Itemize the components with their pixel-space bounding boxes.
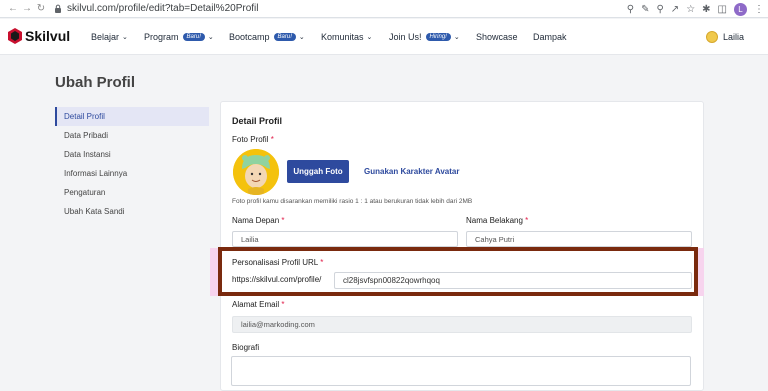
- sidebar-item-pengaturan[interactable]: Pengaturan: [55, 183, 209, 202]
- chevron-down-icon: ⌄: [207, 34, 214, 41]
- chevron-down-icon: ⌄: [298, 34, 305, 41]
- nav-komunitas[interactable]: Komunitas ⌄: [321, 32, 372, 42]
- nav-program[interactable]: Program Baru! ⌄: [144, 32, 214, 42]
- nav-dampak[interactable]: Dampak: [533, 32, 567, 42]
- photo-label: Foto Profil *: [232, 135, 274, 144]
- url-label-text: Personalisasi Profil URL: [232, 258, 318, 267]
- avatar-character-icon: [233, 149, 279, 195]
- page-title: Ubah Profil: [55, 74, 136, 91]
- extensions-icon[interactable]: ✱: [702, 4, 710, 15]
- profile-url-section: Personalisasi Profil URL * https://skilv…: [218, 247, 698, 296]
- first-name-label: Nama Depan *: [232, 216, 285, 225]
- last-name-label-text: Nama Belakang: [466, 216, 523, 225]
- user-menu[interactable]: Lailia: [705, 31, 744, 43]
- skilvul-logo-icon: [8, 28, 22, 44]
- nav-showcase[interactable]: Showcase: [476, 32, 518, 42]
- lock-icon: [54, 4, 63, 13]
- profile-sidebar: Detail Profil Data Pribadi Data Instansi…: [55, 107, 209, 235]
- email-field: lailia@markoding.com: [232, 316, 692, 333]
- address-bar[interactable]: skilvul.com/profile/edit?tab=Detail%20Pr…: [67, 3, 258, 14]
- nav-label: Program: [144, 32, 179, 42]
- last-name-field[interactable]: Cahya Putri: [466, 231, 692, 247]
- zoom-icon[interactable]: ⚲: [656, 4, 663, 15]
- profile-avatar: [233, 149, 279, 195]
- new-badge: Baru!: [182, 33, 205, 41]
- new-badge: Baru!: [273, 33, 296, 41]
- chevron-down-icon: ⌄: [453, 34, 460, 41]
- hiring-badge: Hiring!: [425, 33, 451, 41]
- sidebar-item-data-pribadi[interactable]: Data Pribadi: [55, 126, 209, 145]
- logo-text: Skilvul: [25, 28, 71, 44]
- reload-icon[interactable]: ↻: [34, 3, 48, 14]
- use-avatar-link[interactable]: Gunakan Karakter Avatar: [364, 167, 459, 176]
- profile-url-input[interactable]: cl28jsvfspn00822qowrhqoq: [334, 272, 692, 289]
- back-icon[interactable]: ←: [6, 3, 20, 14]
- required-mark: *: [281, 300, 285, 309]
- form-heading: Detail Profil: [232, 116, 283, 126]
- url-prefix: https://skilvul.com/profile/: [232, 275, 322, 284]
- required-mark: *: [320, 258, 324, 267]
- required-mark: *: [281, 216, 285, 225]
- user-name: Lailia: [722, 32, 744, 42]
- nav-join-us[interactable]: Join Us! Hiring! ⌄: [389, 32, 460, 42]
- photo-note: Foto profil kamu disarankan memiliki ras…: [232, 198, 473, 205]
- user-avatar: [705, 31, 718, 43]
- key-icon[interactable]: ⚲: [627, 4, 634, 15]
- nav-bootcamp[interactable]: Bootcamp Baru! ⌄: [229, 32, 305, 42]
- menu-kebab-icon[interactable]: ⋮: [754, 4, 764, 15]
- nav-label: Belajar: [91, 32, 120, 42]
- nav-label: Dampak: [533, 32, 567, 42]
- bio-label: Biografi: [232, 343, 260, 352]
- sidebar-item-detail-profil[interactable]: Detail Profil: [55, 107, 209, 126]
- sidebar-item-data-instansi[interactable]: Data Instansi: [55, 145, 209, 164]
- nav-label: Bootcamp: [229, 32, 270, 42]
- chevron-down-icon: ⌄: [366, 34, 373, 41]
- sidebar-item-informasi-lainnya[interactable]: Informasi Lainnya: [55, 164, 209, 183]
- nav-label: Showcase: [476, 32, 518, 42]
- profile-form-card: Detail Profil Foto Profil * Unggah Foto …: [220, 101, 704, 391]
- required-mark: *: [270, 135, 274, 144]
- forward-icon[interactable]: →: [20, 3, 34, 14]
- nav-belajar[interactable]: Belajar ⌄: [91, 32, 128, 42]
- chevron-down-icon: ⌄: [122, 34, 128, 41]
- upload-photo-button[interactable]: Unggah Foto: [287, 160, 349, 183]
- nav-label: Komunitas: [321, 32, 364, 42]
- sidepanel-icon[interactable]: ◫: [718, 4, 727, 15]
- share-icon[interactable]: ↗: [671, 4, 679, 15]
- first-name-field[interactable]: Lailia: [232, 231, 458, 247]
- last-name-label: Nama Belakang *: [466, 216, 528, 225]
- url-label: Personalisasi Profil URL *: [232, 258, 323, 267]
- site-logo[interactable]: Skilvul: [8, 28, 70, 44]
- translate-icon[interactable]: ✎: [641, 4, 649, 15]
- photo-label-text: Foto Profil: [232, 135, 269, 144]
- bookmark-star-icon[interactable]: ☆: [686, 4, 695, 15]
- required-mark: *: [525, 216, 529, 225]
- nav-label: Join Us!: [389, 32, 422, 42]
- email-label-text: Alamat Email: [232, 300, 280, 309]
- browser-toolbar: ← → ↻ skilvul.com/profile/edit?tab=Detai…: [0, 0, 768, 18]
- bio-textarea[interactable]: [231, 356, 691, 386]
- email-label: Alamat Email *: [232, 300, 284, 309]
- sidebar-item-ubah-kata-sandi[interactable]: Ubah Kata Sandi: [55, 202, 209, 221]
- browser-profile-avatar[interactable]: L: [734, 2, 747, 16]
- site-navbar: Skilvul Belajar ⌄ Program Baru! ⌄ Bootcamp B…: [0, 19, 768, 55]
- first-name-label-text: Nama Depan: [232, 216, 280, 225]
